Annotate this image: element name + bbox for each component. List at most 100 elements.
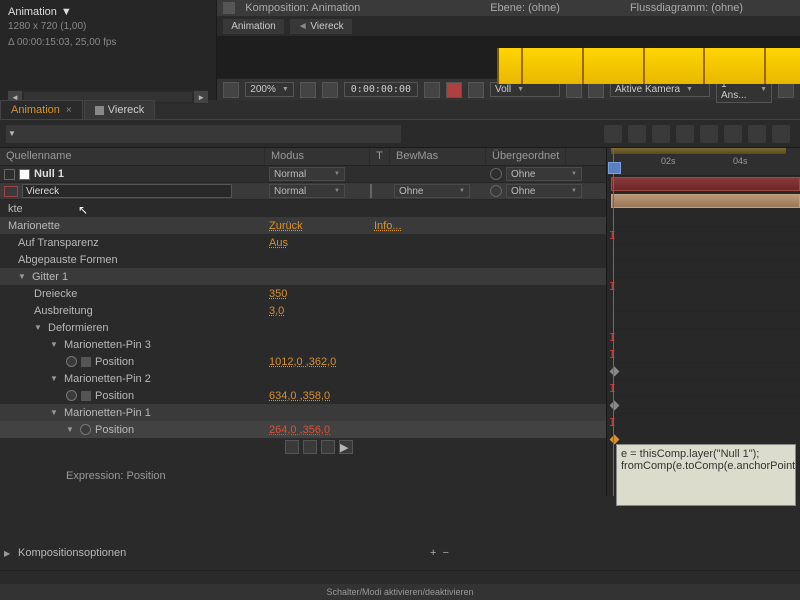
resolution-dropdown[interactable]: Voll — [490, 82, 560, 97]
magnify-icon[interactable] — [223, 82, 239, 98]
prop-deformieren[interactable]: ▼Deformieren — [0, 322, 265, 334]
prop-ausbreitung[interactable]: Ausbreitung — [0, 305, 265, 317]
color-label-icon[interactable] — [4, 169, 15, 180]
expr-pickwhip-icon[interactable] — [321, 440, 335, 454]
pickwhip-icon[interactable] — [490, 168, 502, 180]
prop-pin1[interactable]: ▼Marionetten-Pin 1 — [0, 407, 265, 419]
toolbar-icon-6[interactable] — [724, 125, 742, 143]
mode-dropdown[interactable]: Normal — [269, 184, 345, 198]
column-name[interactable]: Quellenname — [0, 148, 265, 165]
expr-menu-icon[interactable]: ▶ — [339, 440, 353, 454]
comp-tab-animation[interactable]: Animation — [223, 19, 283, 34]
toolbar-icon-1[interactable] — [604, 125, 622, 143]
zoom-dropdown[interactable]: 200% — [245, 82, 294, 97]
pin2-pos-value[interactable]: 634,0 ,358,0 — [269, 390, 330, 402]
keyframe-diamond[interactable] — [610, 435, 620, 445]
toolbar-icon-5[interactable] — [700, 125, 718, 143]
project-title[interactable]: Animation▼ — [8, 4, 208, 18]
camera-dropdown[interactable]: Aktive Kamera — [610, 82, 710, 97]
mode-dropdown[interactable]: Normal — [269, 167, 345, 181]
comp-tab-viereck[interactable]: Viereck — [290, 19, 352, 34]
comp-header-komposition: Komposition: Animation — [245, 2, 360, 14]
prop-dreiecke[interactable]: Dreiecke — [0, 288, 265, 300]
parent-dropdown[interactable]: Ohne — [506, 167, 582, 181]
ruler-label: 02s — [661, 156, 676, 166]
timeline-tab-viereck[interactable]: Viereck — [84, 100, 155, 119]
prop-transparenz[interactable]: Auf Transparenz — [0, 237, 265, 249]
plus-button[interactable]: + — [430, 547, 436, 559]
twirl-icon[interactable]: ▼ — [34, 323, 44, 332]
project-duration: Δ 00:00:15:03, 25,00 fps — [8, 36, 208, 50]
keyframe-diamond[interactable] — [610, 367, 620, 377]
prop-pin3[interactable]: ▼Marionetten-Pin 3 — [0, 339, 265, 351]
prop-abgepauste[interactable]: Abgepauste Formen — [0, 254, 265, 266]
twirl-icon[interactable]: ▼ — [66, 425, 76, 434]
toolbar-icon-7[interactable] — [748, 125, 766, 143]
prop-gitter[interactable]: ▼Gitter 1 — [0, 271, 265, 283]
pin3-pos-value[interactable]: 1012,0 ,362,0 — [269, 356, 336, 368]
playhead[interactable] — [613, 148, 614, 496]
prop-marionette[interactable]: Marionette — [0, 220, 265, 232]
color-label-icon[interactable] — [4, 186, 18, 197]
prop-info-link[interactable]: Info... — [374, 220, 402, 232]
prop-pin2-position[interactable]: Position — [0, 390, 265, 402]
bewmas-dropdown[interactable]: Ohne — [394, 184, 470, 198]
expr-enable-icon[interactable] — [285, 440, 299, 454]
twirl-icon[interactable]: ▼ — [50, 340, 60, 349]
mask-icon[interactable] — [322, 82, 338, 98]
twirl-icon[interactable]: ▼ — [50, 408, 60, 417]
komp-optionen[interactable]: Kompositionsoptionen — [10, 547, 126, 559]
prop-pin2[interactable]: ▼Marionetten-Pin 2 — [0, 373, 265, 385]
pin1-pos-value[interactable]: 264,0 ,356,0 — [269, 424, 330, 436]
keyframe-nav-icon[interactable] — [81, 357, 91, 367]
expr-graph-icon[interactable] — [303, 440, 317, 454]
toolbar-icon-3[interactable] — [652, 125, 670, 143]
prop-pin3-position[interactable]: Position — [0, 356, 265, 368]
column-bewmas[interactable]: BewMas — [390, 148, 486, 165]
comp-viewport[interactable] — [217, 36, 800, 78]
layer-bar-viereck[interactable] — [611, 194, 800, 208]
layer-bar-null1[interactable] — [611, 177, 800, 191]
prop-zurueck-link[interactable]: Zurück — [269, 220, 303, 232]
layer-name-input[interactable] — [22, 184, 232, 198]
keyframe-diamond[interactable] — [610, 401, 620, 411]
prop-aus-value[interactable]: Aus — [269, 237, 288, 249]
column-mode[interactable]: Modus — [265, 148, 370, 165]
ausbreitung-value[interactable]: 3,0 — [269, 305, 284, 317]
toolbar-icon-8[interactable] — [772, 125, 790, 143]
snapshot-icon[interactable] — [424, 82, 440, 98]
channel-icon[interactable] — [446, 82, 462, 98]
timecode-display[interactable]: 0:00:00:00 — [344, 82, 418, 97]
expression-editor[interactable]: e = thisComp.layer("Null 1"); fromComp(e… — [616, 444, 796, 506]
grid-icon[interactable] — [300, 82, 316, 98]
twirl-icon[interactable]: ▼ — [18, 272, 28, 281]
pickwhip-icon[interactable] — [490, 185, 502, 197]
comp-header-fluss: Flussdiagramm: (ohne) — [630, 2, 743, 14]
dreiecke-value[interactable]: 350 — [269, 288, 287, 300]
column-t[interactable]: T — [370, 148, 390, 165]
timeline-tab-animation[interactable]: Animation× — [0, 100, 83, 119]
keyframe-nav-icon[interactable] — [81, 391, 91, 401]
toolbar-icon-2[interactable] — [628, 125, 646, 143]
trackmatte-box[interactable] — [370, 184, 372, 198]
time-ruler[interactable]: 02s 04s — [607, 148, 800, 176]
scroll-right-button[interactable]: ► — [194, 91, 208, 103]
search-field[interactable]: ▼ — [6, 125, 401, 143]
close-icon[interactable]: × — [66, 105, 72, 116]
color-icon[interactable] — [468, 82, 484, 98]
chevron-down-icon: ▼ — [61, 6, 72, 18]
layer-row-viereck[interactable]: Normal Ohne Ohne — [0, 183, 606, 200]
twirl-icon[interactable]: ▼ — [50, 374, 60, 383]
toolbar-icon-4[interactable] — [676, 125, 694, 143]
stopwatch-icon[interactable] — [66, 356, 77, 367]
twirl-icon[interactable]: ▶ — [0, 549, 10, 558]
minus-button[interactable]: − — [442, 547, 448, 559]
parent-dropdown[interactable]: Ohne — [506, 184, 582, 198]
status-bar[interactable]: Schalter/Modi aktivieren/deaktivieren — [0, 584, 800, 600]
stopwatch-icon[interactable] — [80, 424, 91, 435]
column-parent[interactable]: Übergeordnet — [486, 148, 566, 165]
layer-row-null1[interactable]: Null 1 Normal Ohne — [0, 166, 606, 183]
stopwatch-icon[interactable] — [66, 390, 77, 401]
bottom-scrollbar[interactable] — [0, 570, 800, 584]
prop-pin1-position[interactable]: ▼Position — [0, 424, 265, 436]
